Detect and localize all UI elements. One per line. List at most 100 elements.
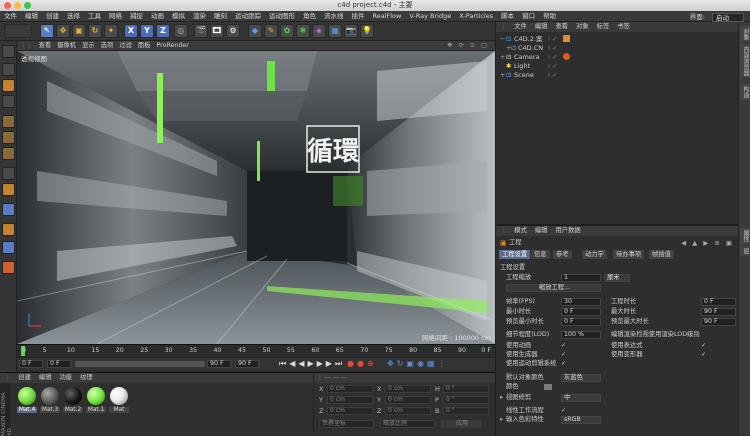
visibility-dots[interactable]: ⁞ ✓ <box>548 71 558 79</box>
object-menu-edit[interactable]: 编辑 <box>531 22 552 32</box>
deformer-icon[interactable]: ◈ <box>312 24 326 38</box>
paint-icon[interactable] <box>2 261 15 274</box>
object-menu-view[interactable]: 查看 <box>551 22 572 32</box>
subdivision-icon[interactable]: ✿ <box>280 24 294 38</box>
expand-icon[interactable]: − <box>500 35 505 43</box>
lod-input[interactable]: 100 % <box>561 331 601 339</box>
coord-x-size[interactable]: 0 cm <box>385 385 431 393</box>
current-frame-field[interactable]: 0 F <box>19 360 43 368</box>
viewport-menu-prorender[interactable]: ProRender <box>153 41 191 51</box>
coord-p-rotation[interactable]: 0 ° <box>443 396 489 404</box>
input-color-expand[interactable]: ▸ <box>500 416 503 424</box>
move-icon[interactable]: ✥ <box>56 24 70 38</box>
side-tab-attributes[interactable]: 属性 <box>740 228 750 244</box>
perspective-viewport[interactable]: 循環 透视视图 网格间距 : 100000 cm <box>17 51 495 344</box>
menu-animate[interactable]: 动画 <box>147 11 168 22</box>
tab-project-settings[interactable]: 工程设置 <box>499 250 531 259</box>
timeline-ruler[interactable]: 0 5 10 15 20 25 30 35 40 45 50 55 60 65 70 75 80 85 90 0 F <box>17 344 495 357</box>
apply-button[interactable]: 应用 <box>441 420 481 428</box>
menu-motion-tracker[interactable]: 运动跟踪 <box>231 11 265 22</box>
tab-todo[interactable]: 待办事项 <box>613 250 645 259</box>
camera-icon[interactable]: 📷 <box>344 24 358 38</box>
linear-workflow-checkbox[interactable]: ✓ <box>561 408 567 414</box>
material-menu-function[interactable]: 功能 <box>55 373 76 383</box>
side-tab-objects[interactable]: 对象 <box>740 26 750 42</box>
viewport-menu-filter[interactable]: 过滤 <box>116 41 135 51</box>
snap-icon[interactable] <box>2 203 15 216</box>
material-mat1[interactable]: Mat.1 <box>86 387 106 413</box>
preview-end-field[interactable]: 90 F <box>235 360 259 368</box>
use-deformers-checkbox[interactable]: ✓ <box>701 352 707 358</box>
enable-axis-icon[interactable] <box>2 167 15 180</box>
use-animation-checkbox[interactable]: ✓ <box>561 343 567 349</box>
tweak-icon[interactable] <box>2 183 15 196</box>
render-view-icon[interactable]: 🎬 <box>194 24 208 38</box>
color-swatch[interactable] <box>544 384 552 390</box>
max-time-input[interactable]: 90 F <box>701 308 736 316</box>
menu-file[interactable]: 文件 <box>0 11 21 22</box>
make-editable-icon[interactable] <box>2 45 15 58</box>
material-menu-create[interactable]: 创建 <box>14 373 35 383</box>
workplane-lock-icon[interactable] <box>2 223 15 236</box>
view-clipping-select[interactable]: 中 <box>561 394 601 402</box>
default-color-select[interactable]: 灰蓝色 <box>561 374 601 382</box>
scale-project-button[interactable]: 缩放工程... <box>506 284 601 292</box>
menu-edit[interactable]: 编辑 <box>21 11 42 22</box>
viewport-menu-panel[interactable]: 面板 <box>135 41 154 51</box>
material-mat[interactable]: Mat <box>109 387 129 413</box>
viewport-menu-view[interactable]: 查看 <box>36 41 55 51</box>
material-mat4[interactable]: Mat.4 <box>17 387 37 413</box>
visibility-dots[interactable]: ⁞ ✓ <box>548 35 558 43</box>
coordinate-system-select[interactable]: 世界坐标 <box>319 420 374 428</box>
scale-unit-select[interactable]: 厘米 <box>604 274 630 282</box>
menu-render[interactable]: 渲染 <box>189 11 210 22</box>
array-icon[interactable]: ❋ <box>296 24 310 38</box>
object-menu-bookmarks[interactable]: 书签 <box>613 22 634 32</box>
viewport-nav-icons[interactable]: ✥ ⟳ ⊙ ▢ <box>444 41 492 51</box>
view-clipping-expand[interactable]: ▸ <box>500 394 503 402</box>
menu-help[interactable]: 帮助 <box>539 11 560 22</box>
attribute-menu-edit[interactable]: 编辑 <box>531 226 552 236</box>
viewport-menu-camera[interactable]: 摄像机 <box>54 41 79 51</box>
viewport-menu-display[interactable]: 显示 <box>79 41 98 51</box>
minimize-window-button[interactable] <box>14 2 21 9</box>
render-picture-viewer-icon[interactable]: 🎞 <box>210 24 224 38</box>
menu-character[interactable]: 角色 <box>299 11 320 22</box>
attribute-menu-userdata[interactable]: 用户数据 <box>551 226 584 236</box>
coord-z-position[interactable]: 0 cm <box>327 407 373 415</box>
live-selection-icon[interactable]: ↖ <box>40 24 54 38</box>
object-row[interactable]: + ⊡ C4D.CN ⁞ ✓ <box>496 44 739 52</box>
tab-reference[interactable]: 参考 <box>553 250 572 259</box>
fps-input[interactable]: 30 <box>561 298 601 306</box>
menu-mograph[interactable]: 运动图形 <box>265 11 299 22</box>
pen-spline-icon[interactable]: ✎ <box>264 24 278 38</box>
input-color-select[interactable]: sRGB <box>561 416 601 424</box>
object-row[interactable]: − ⊡ C4D.2.案 ⁞ ✓ <box>496 35 739 43</box>
rotate-icon[interactable]: ↻ <box>88 24 102 38</box>
material-mat3[interactable]: Mat.3 <box>40 387 60 413</box>
menu-simulate[interactable]: 模拟 <box>168 11 189 22</box>
preview-max-input[interactable]: 90 F <box>701 318 736 326</box>
light-icon[interactable]: 💡 <box>360 24 374 38</box>
attribute-nav-icons[interactable]: ◀ ▲ ▶ ⊕ ▣ <box>681 239 734 247</box>
object-menu-tags[interactable]: 标签 <box>593 22 614 32</box>
floor-icon[interactable]: ▦ <box>328 24 342 38</box>
end-frame-field[interactable]: 90 F <box>207 360 231 368</box>
motion-system-checkbox[interactable]: ✓ <box>561 361 567 367</box>
key-mode-icons[interactable]: ✥↻▣◉▦⋮ <box>387 359 449 368</box>
project-time-input[interactable]: 0 F <box>701 298 736 306</box>
playback-controls[interactable]: ⏮◀◀▶▶▶⏭ <box>279 359 345 369</box>
menu-plugins[interactable]: 插件 <box>348 11 369 22</box>
points-mode-icon[interactable] <box>2 115 15 128</box>
visibility-dots[interactable]: ⁞ ✓ <box>548 44 558 52</box>
viewport-menu-options[interactable]: 选项 <box>98 41 117 51</box>
tag-icon[interactable] <box>563 35 570 42</box>
target-tag-icon[interactable] <box>563 53 570 60</box>
menu-create[interactable]: 创建 <box>42 11 63 22</box>
recent-tools-icon[interactable]: ✦ <box>104 24 118 38</box>
texture-mode-icon[interactable] <box>2 79 15 92</box>
menu-select[interactable]: 选择 <box>63 11 84 22</box>
x-axis-toggle[interactable]: X <box>124 24 138 38</box>
object-row[interactable]: ✱ Light ⁞ ✓ <box>496 62 739 70</box>
material-menu-texture[interactable]: 纹理 <box>76 373 97 383</box>
